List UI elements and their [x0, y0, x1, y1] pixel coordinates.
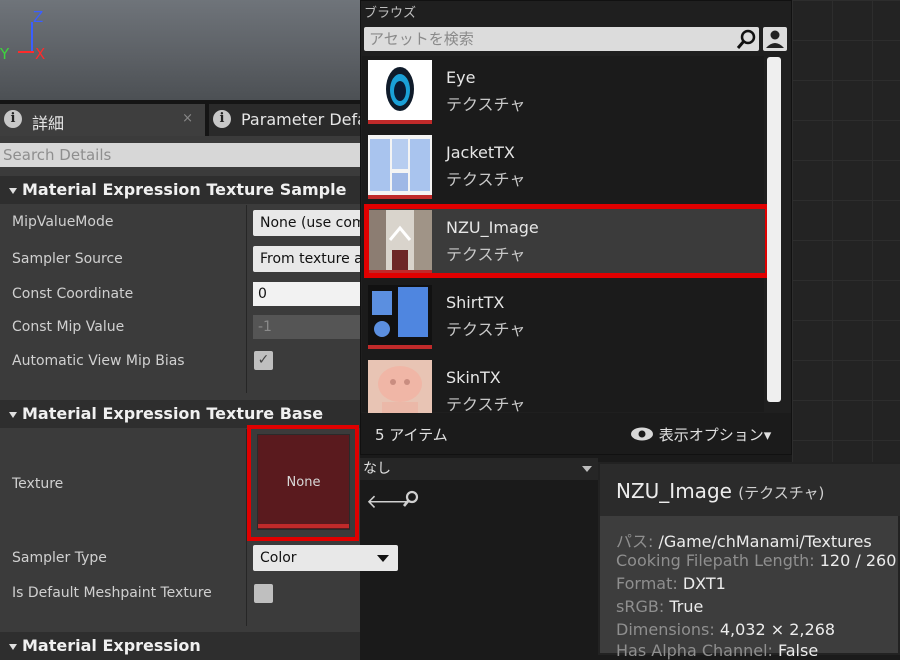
asset-item-jackettx[interactable]: JacketTX テクスチャ — [364, 131, 764, 201]
tooltip-line-format: Format: DXT1 — [616, 574, 726, 593]
view-options-label: 表示オプション▾ — [658, 426, 772, 444]
sampler-type-label: Sampler Type — [12, 550, 107, 566]
const-coordinate-input[interactable]: 0 — [253, 282, 373, 306]
mip-value-mode-label: MipValueMode — [12, 214, 114, 230]
tab-bar: i 詳細 × i Parameter Defaults — [0, 100, 396, 136]
search-icon[interactable] — [735, 27, 759, 51]
asset-list-scrollbar[interactable] — [767, 57, 781, 402]
asset-type: テクスチャ — [446, 170, 526, 189]
chevron-down-icon — [582, 466, 592, 472]
close-icon[interactable]: × — [182, 111, 193, 126]
tooltip-line-srgb: sRGB: True — [616, 597, 704, 616]
tooltip-type-text: (テクスチャ) — [738, 484, 825, 502]
asset-name: Eye — [446, 68, 476, 87]
search-details-input[interactable]: Search Details — [0, 143, 360, 167]
tooltip-line-dimensions: Dimensions: 4,032 × 2,268 — [616, 620, 836, 639]
info-icon: i — [4, 110, 22, 128]
texture-asset-value: なし — [363, 461, 391, 477]
texture-label: Texture — [12, 476, 64, 492]
material-graph[interactable] — [792, 0, 900, 462]
asset-type: テクスチャ — [446, 320, 526, 339]
asset-search-input[interactable]: アセットを検索 — [364, 27, 759, 51]
axis-y-label: Y — [0, 45, 10, 63]
axis-z-label: Z — [33, 8, 44, 26]
asset-name: ShirtTX — [446, 293, 505, 312]
asset-thumbnail — [368, 135, 432, 199]
section-texture-base[interactable]: Material Expression Texture Base — [0, 400, 360, 428]
tooltip-asset-name: NZU_Image (テクスチャ) — [616, 479, 824, 503]
tab-details-label: 詳細 — [32, 114, 65, 133]
const-mip-value-input: -1 — [253, 315, 373, 339]
column-divider[interactable] — [246, 205, 247, 393]
user-filter-button[interactable] — [763, 27, 787, 51]
section-texture-sample[interactable]: Material Expression Texture Sample — [0, 176, 360, 204]
asset-item-shirttx[interactable]: ShirtTX テクスチャ — [364, 281, 764, 351]
item-count: 5 アイテム — [375, 426, 448, 444]
collapse-arrow-icon — [9, 187, 17, 194]
viewport[interactable] — [0, 0, 360, 100]
chevron-down-icon — [377, 555, 389, 562]
mip-value-mode-combo[interactable]: None (use computed mip level) — [253, 210, 373, 236]
texture-type-bar — [368, 345, 432, 349]
sampler-source-combo[interactable]: From texture asset — [253, 246, 373, 272]
asset-name: JacketTX — [446, 143, 515, 162]
user-icon — [766, 30, 784, 48]
section-material-expression[interactable]: Material Expression — [0, 632, 360, 660]
texture-asset-dropdown[interactable]: なし — [360, 458, 598, 480]
texture-type-bar — [368, 195, 432, 199]
asset-type: テクスチャ — [446, 95, 526, 114]
selected-asset-highlight — [364, 204, 770, 278]
sampler-type-value: Color — [260, 550, 297, 566]
const-coordinate-label: Const Coordinate — [12, 286, 134, 302]
tooltip-line-path: パス: /Game/chManami/Textures — [616, 532, 872, 551]
section-title: Material Expression Texture Sample — [22, 180, 347, 199]
auto-view-mip-bias-checkbox[interactable]: ✓ — [254, 351, 273, 370]
const-mip-value-label: Const Mip Value — [12, 319, 125, 335]
texture-type-bar — [258, 524, 349, 528]
eye-icon — [631, 427, 653, 441]
asset-item-eye[interactable]: Eye テクスチャ — [364, 56, 764, 126]
view-options-button[interactable]: 表示オプション▾ — [630, 424, 771, 445]
section-title: Material Expression — [22, 636, 201, 655]
tooltip-name-text: NZU_Image — [616, 479, 732, 503]
tooltip-line-alpha: Has Alpha Channel: False — [616, 641, 819, 660]
section-title: Material Expression Texture Base — [22, 404, 324, 423]
sampler-source-label: Sampler Source — [12, 251, 123, 267]
axis-x-label: X — [35, 45, 46, 63]
texture-type-bar — [368, 120, 432, 124]
tab-parameter-defaults[interactable]: i Parameter Defaults — [209, 104, 396, 136]
collapse-arrow-icon — [9, 411, 17, 418]
browse-title: ブラウズ — [364, 6, 417, 21]
browse-find-icon[interactable] — [401, 489, 421, 509]
auto-view-mip-bias-label: Automatic View Mip Bias — [12, 353, 185, 369]
asset-name: SkinTX — [446, 368, 501, 387]
asset-thumbnail — [368, 285, 432, 349]
axis-x-line — [18, 51, 34, 53]
default-meshpaint-label: Is Default Meshpaint Texture — [12, 585, 212, 601]
tooltip-line-cooking: Cooking Filepath Length: 120 / 260 — [616, 551, 897, 570]
asset-type: テクスチャ — [446, 395, 526, 414]
asset-thumbnail — [368, 60, 432, 124]
info-icon: i — [213, 110, 231, 128]
axis-z-line — [31, 22, 33, 52]
sampler-type-combo[interactable]: Color — [253, 545, 398, 571]
texture-thumbnail[interactable]: None — [257, 434, 350, 530]
collapse-arrow-icon — [9, 643, 17, 650]
tab-details[interactable]: i 詳細 × — [0, 104, 205, 136]
default-meshpaint-checkbox[interactable] — [254, 584, 273, 603]
